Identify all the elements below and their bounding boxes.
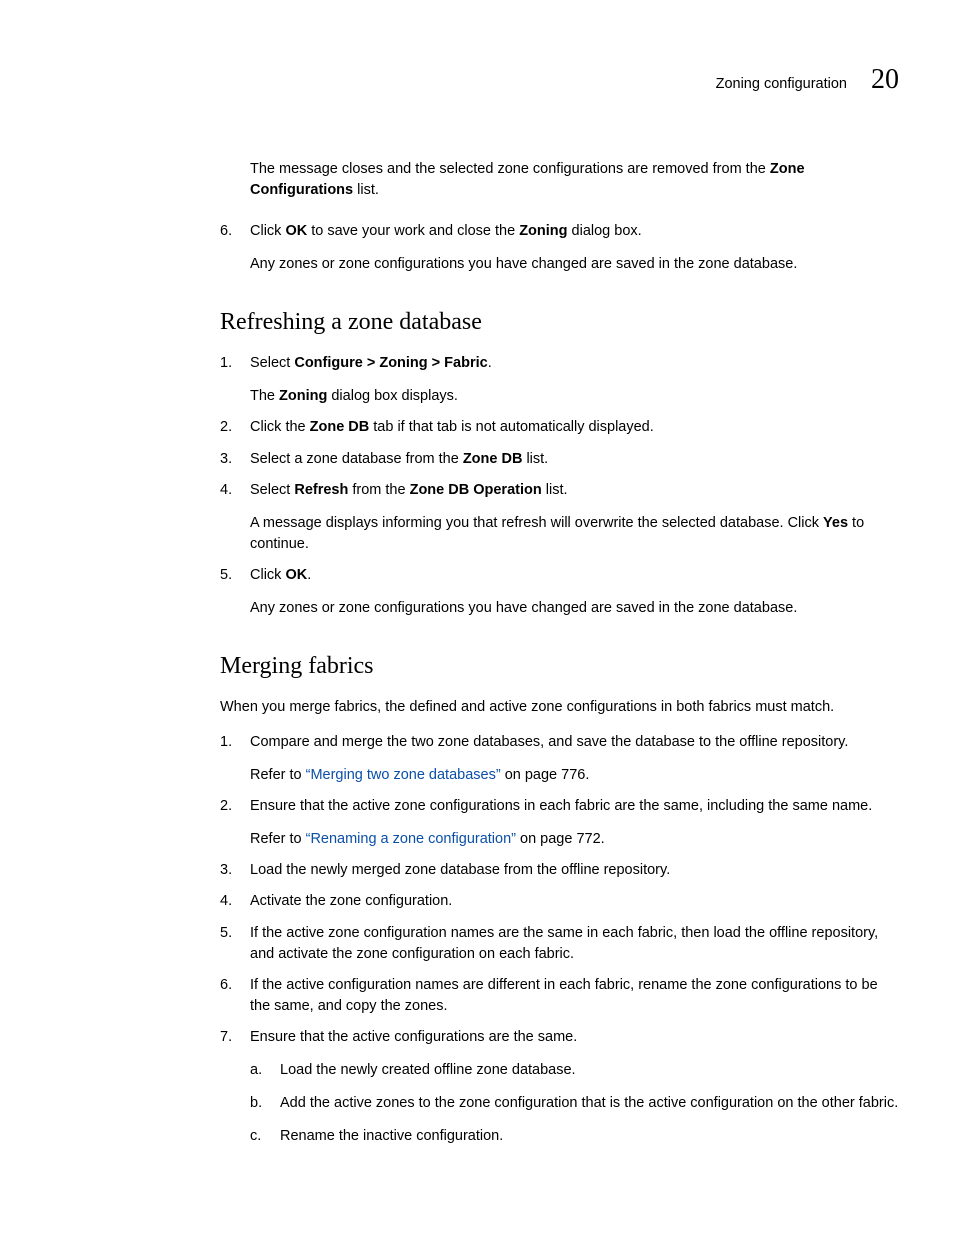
text-bold: Yes: [823, 515, 848, 531]
list-item: 3. Select a zone database from the Zone …: [220, 449, 899, 470]
cross-reference-link[interactable]: “Renaming a zone configuration”: [306, 831, 516, 847]
list-marker: 6.: [220, 221, 232, 242]
list-marker: 2.: [220, 796, 232, 817]
text: A message displays informing you that re…: [250, 515, 823, 531]
text: The message closes and the selected zone…: [250, 161, 770, 177]
list-follow-text: Refer to “Renaming a zone configuration”…: [250, 829, 899, 850]
sub-marker: b.: [250, 1093, 262, 1114]
list-marker: 7.: [220, 1027, 232, 1048]
chapter-number: 20: [871, 60, 899, 101]
section-heading-refreshing: Refreshing a zone database: [220, 305, 899, 340]
page-header: Zoning configuration 20: [220, 60, 899, 101]
list-item: 6. If the active configuration names are…: [220, 975, 899, 1017]
text-bold: Zoning: [519, 223, 567, 239]
list-marker: 4.: [220, 891, 232, 912]
list-marker: 1.: [220, 353, 232, 374]
list-item: 5. Click OK. Any zones or zone configura…: [220, 565, 899, 619]
text-bold: OK: [285, 567, 307, 583]
sub-list-item: b. Add the active zones to the zone conf…: [250, 1093, 899, 1114]
list-item: 5. If the active zone configuration name…: [220, 923, 899, 965]
list-follow-text: Any zones or zone configurations you hav…: [250, 598, 899, 619]
text: on page 772.: [516, 831, 605, 847]
cross-reference-link[interactable]: “Merging two zone databases”: [306, 767, 501, 783]
list-follow-text: Any zones or zone configurations you hav…: [250, 254, 899, 275]
refreshing-steps: 1. Select Configure > Zoning > Fabric. T…: [220, 353, 899, 618]
text: Load the newly merged zone database from…: [250, 862, 670, 878]
text: from the: [348, 482, 409, 498]
text-bold: Zone DB: [463, 451, 523, 467]
text: If the active zone configuration names a…: [250, 925, 878, 962]
text: Ensure that the active configurations ar…: [250, 1029, 577, 1045]
list-item: 1. Compare and merge the two zone databa…: [220, 732, 899, 786]
list-follow-text: Refer to “Merging two zone databases” on…: [250, 765, 899, 786]
text-bold: OK: [285, 223, 307, 239]
continuation-list: 6. Click OK to save your work and close …: [220, 221, 899, 275]
text: Click: [250, 567, 285, 583]
list-marker: 5.: [220, 923, 232, 944]
list-marker: 6.: [220, 975, 232, 996]
text: Click: [250, 223, 285, 239]
sub-list-item: c. Rename the inactive configuration.: [250, 1126, 899, 1147]
text: tab if that tab is not automatically dis…: [369, 419, 654, 435]
list-marker: 3.: [220, 860, 232, 881]
text-bold: Refresh: [294, 482, 348, 498]
list-item: 6. Click OK to save your work and close …: [220, 221, 899, 275]
text: on page 776.: [501, 767, 590, 783]
sub-list-item: a. Load the newly created offline zone d…: [250, 1060, 899, 1081]
list-item: 4. Select Refresh from the Zone DB Opera…: [220, 480, 899, 555]
text: Select: [250, 482, 294, 498]
text: Select a zone database from the: [250, 451, 463, 467]
list-marker: 5.: [220, 565, 232, 586]
list-item: 2. Click the Zone DB tab if that tab is …: [220, 417, 899, 438]
list-marker: 3.: [220, 449, 232, 470]
section-heading-merging: Merging fabrics: [220, 649, 899, 684]
text: Ensure that the active zone configuratio…: [250, 798, 872, 814]
list-marker: 1.: [220, 732, 232, 753]
list-marker: 4.: [220, 480, 232, 501]
list-item: 3. Load the newly merged zone database f…: [220, 860, 899, 881]
text: Compare and merge the two zone databases…: [250, 734, 848, 750]
text: .: [307, 567, 311, 583]
text: Refer to: [250, 831, 306, 847]
text-bold: Configure > Zoning > Fabric: [294, 355, 487, 371]
sub-marker: c.: [250, 1126, 261, 1147]
text: list.: [353, 182, 379, 198]
text: dialog box displays.: [327, 388, 458, 404]
text: .: [488, 355, 492, 371]
text: If the active configuration names are di…: [250, 977, 878, 1014]
text: to save your work and close the: [307, 223, 519, 239]
text: Click the: [250, 419, 310, 435]
merging-intro: When you merge fabrics, the defined and …: [220, 697, 899, 718]
text: list.: [522, 451, 548, 467]
list-follow-text: A message displays informing you that re…: [250, 513, 899, 555]
text: The: [250, 388, 279, 404]
text: dialog box.: [568, 223, 642, 239]
sub-marker: a.: [250, 1060, 262, 1081]
text-bold: Zone DB: [310, 419, 370, 435]
header-section-title: Zoning configuration: [716, 74, 847, 95]
list-item: 7. Ensure that the active configurations…: [220, 1027, 899, 1147]
intro-message: The message closes and the selected zone…: [250, 159, 899, 201]
text: list.: [542, 482, 568, 498]
list-follow-text: The Zoning dialog box displays.: [250, 386, 899, 407]
list-item: 1. Select Configure > Zoning > Fabric. T…: [220, 353, 899, 407]
text: Rename the inactive configuration.: [280, 1128, 503, 1144]
sub-steps: a. Load the newly created offline zone d…: [250, 1060, 899, 1147]
list-marker: 2.: [220, 417, 232, 438]
list-item: 2. Ensure that the active zone configura…: [220, 796, 899, 850]
merging-steps: 1. Compare and merge the two zone databa…: [220, 732, 899, 1146]
text: Refer to: [250, 767, 306, 783]
page-container: Zoning configuration 20 The message clos…: [0, 0, 954, 1219]
text: Select: [250, 355, 294, 371]
text: Load the newly created offline zone data…: [280, 1062, 576, 1078]
text: Activate the zone configuration.: [250, 893, 452, 909]
list-item: 4. Activate the zone configuration.: [220, 891, 899, 912]
text: Add the active zones to the zone configu…: [280, 1095, 898, 1111]
text-bold: Zoning: [279, 388, 327, 404]
text-bold: Zone DB Operation: [410, 482, 542, 498]
